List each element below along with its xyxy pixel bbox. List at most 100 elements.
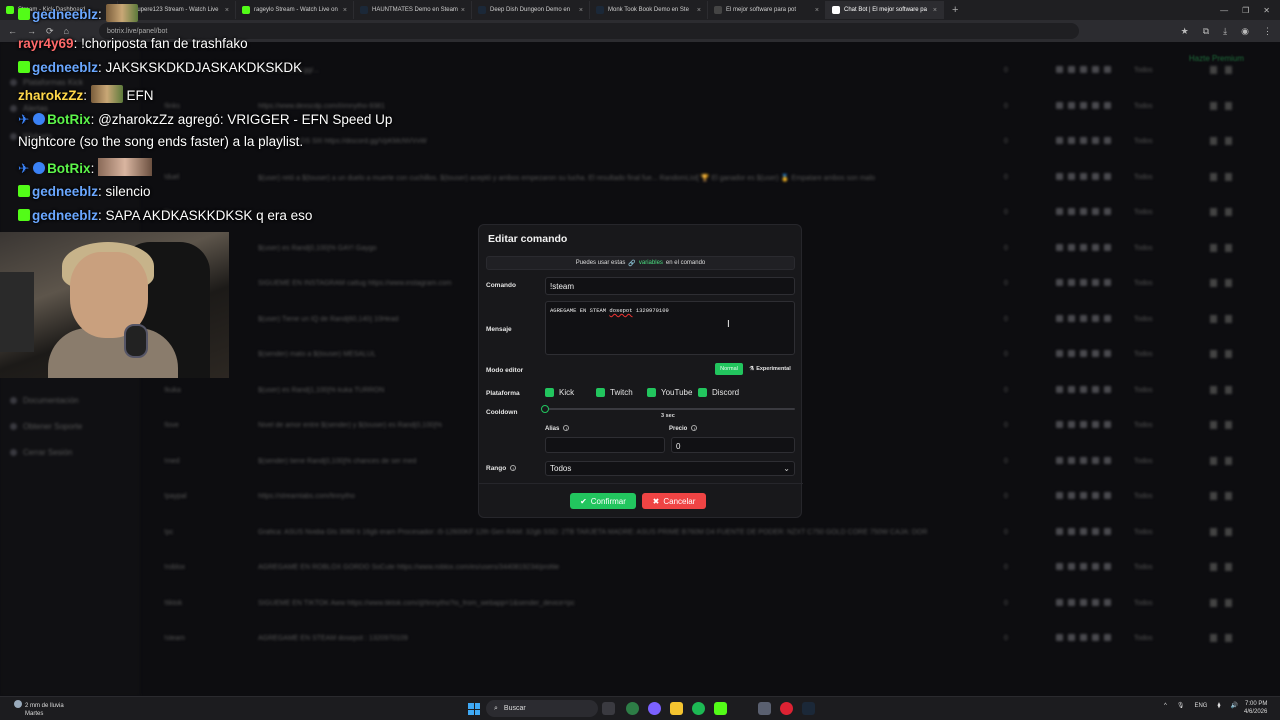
info-icon[interactable]: i — [691, 425, 698, 431]
edit-icon[interactable] — [1210, 137, 1217, 145]
cooldown-slider-track[interactable] — [545, 408, 795, 410]
app-icon[interactable] — [648, 702, 661, 715]
cooldown-slider-thumb[interactable] — [541, 405, 549, 413]
tab-close-icon[interactable]: × — [225, 7, 229, 14]
cancel-button[interactable]: ✖ Cancelar — [642, 493, 706, 509]
platform-twitch-checkbox[interactable]: Twitch — [596, 388, 633, 397]
rango-select[interactable]: Todos ⌄ — [545, 461, 795, 476]
browser-tab[interactable]: rageylo Stream - Watch Live on × — [236, 1, 354, 19]
home-icon[interactable]: ⌂ — [64, 26, 69, 36]
edit-icon[interactable] — [1210, 456, 1217, 465]
forward-icon[interactable]: → — [27, 26, 36, 36]
chrome-icon[interactable] — [626, 702, 639, 715]
edit-icon[interactable] — [1210, 527, 1217, 536]
tab-close-icon[interactable]: × — [343, 7, 347, 14]
platform-discord-checkbox[interactable]: Discord — [698, 388, 739, 397]
kick-icon[interactable] — [714, 702, 727, 715]
info-icon[interactable]: i — [510, 465, 517, 471]
variables-link[interactable]: variables — [639, 260, 663, 266]
volume-icon[interactable]: 🔊 — [1230, 702, 1237, 709]
browser-tab[interactable]: HAUNTMATES Demo en Steam × — [354, 1, 472, 19]
edit-icon[interactable] — [1210, 492, 1217, 500]
editor-experimental-button[interactable]: ⚗ Experimental — [745, 363, 795, 375]
trash-icon[interactable] — [1225, 243, 1232, 252]
edit-icon[interactable] — [1210, 634, 1217, 642]
edit-icon[interactable] — [1210, 101, 1217, 110]
reload-icon[interactable]: ⟳ — [46, 26, 54, 37]
windows-start-icon[interactable] — [468, 703, 480, 715]
trash-icon[interactable] — [1225, 314, 1232, 323]
edit-icon[interactable] — [1210, 385, 1217, 394]
network-icon[interactable]: ⧫ — [1217, 702, 1220, 709]
trash-icon[interactable] — [1225, 279, 1232, 287]
mic-tray-icon[interactable]: 🎙 — [1177, 702, 1185, 709]
spotify-icon[interactable] — [692, 702, 705, 715]
task-view-icon[interactable] — [602, 702, 615, 715]
obs-icon[interactable] — [758, 702, 771, 715]
trash-icon[interactable] — [1225, 385, 1232, 394]
edit-icon[interactable] — [1210, 598, 1217, 607]
trash-icon[interactable] — [1225, 634, 1232, 642]
sidebar-item[interactable]: Documentación — [10, 396, 79, 405]
edit-icon[interactable] — [1210, 314, 1217, 323]
maximize-icon[interactable]: ❐ — [1242, 6, 1249, 15]
tab-close-icon[interactable]: × — [461, 7, 465, 14]
lang-indicator[interactable]: ENG — [1194, 703, 1207, 709]
info-icon[interactable]: i — [563, 425, 570, 431]
sidebar-item[interactable]: Obtener Soporte — [10, 422, 82, 431]
weather-widget[interactable]: 2 mm de lluvia Martes — [14, 700, 64, 718]
trash-icon[interactable] — [1225, 101, 1232, 110]
sidebar-item[interactable]: Cerrar Sesión — [10, 448, 72, 457]
chevron-up-icon[interactable]: ^ — [1164, 703, 1167, 709]
close-window-icon[interactable]: ✕ — [1263, 6, 1270, 15]
back-icon[interactable]: ← — [8, 26, 17, 36]
extensions-icon[interactable]: ⧉ — [1203, 26, 1209, 37]
browser-tab[interactable]: Chat Bot | El mejor software pa × — [826, 1, 944, 19]
minimize-icon[interactable]: — — [1220, 6, 1228, 15]
steam-icon[interactable] — [802, 702, 815, 715]
edit-icon[interactable] — [1210, 208, 1217, 216]
trash-icon[interactable] — [1225, 421, 1232, 429]
edit-icon[interactable] — [1210, 172, 1217, 181]
edit-icon[interactable] — [1210, 279, 1217, 287]
browser-tab[interactable]: Monk Took Book Demo en Ste × — [590, 1, 708, 19]
new-tab-icon[interactable]: + — [952, 4, 958, 16]
alias-input[interactable] — [545, 437, 665, 453]
profile-icon[interactable]: ◉ — [1241, 26, 1249, 37]
editor-normal-button[interactable]: Normal — [715, 363, 743, 375]
tab-close-icon[interactable]: × — [933, 7, 937, 14]
comando-input[interactable]: !steam — [545, 277, 795, 295]
trash-icon[interactable] — [1225, 208, 1232, 216]
edit-icon[interactable] — [1210, 243, 1217, 252]
taskbar-clock[interactable]: 7:00 PM 4/6/2026 — [1244, 700, 1267, 716]
downloads-icon[interactable]: ⤓ — [1223, 26, 1227, 37]
trash-icon[interactable] — [1225, 527, 1232, 536]
platform-youtube-checkbox[interactable]: YouTube — [647, 388, 692, 397]
mensaje-textarea[interactable]: AGREGAME EN STEAM dosepot 1320970109 — [545, 301, 795, 355]
trash-icon[interactable] — [1225, 66, 1232, 74]
tab-close-icon[interactable]: × — [697, 7, 701, 14]
app2-icon[interactable] — [780, 702, 793, 715]
edit-icon[interactable] — [1210, 563, 1217, 571]
edit-icon[interactable] — [1210, 350, 1217, 358]
trash-icon[interactable] — [1225, 598, 1232, 607]
taskbar-search[interactable]: ⌕ Buscar — [486, 700, 598, 717]
browser-tab[interactable]: El mejor software para pot × — [708, 1, 826, 19]
edit-icon[interactable] — [1210, 421, 1217, 429]
confirm-button[interactable]: ✔ Confirmar — [570, 493, 636, 509]
trash-icon[interactable] — [1225, 456, 1232, 465]
trash-icon[interactable] — [1225, 350, 1232, 358]
browser-tab[interactable]: Deep Dish Dungeon Demo en × — [472, 1, 590, 19]
trash-icon[interactable] — [1225, 137, 1232, 145]
trash-icon[interactable] — [1225, 492, 1232, 500]
trash-icon[interactable] — [1225, 172, 1232, 181]
edit-icon[interactable] — [1210, 66, 1217, 74]
tab-close-icon[interactable]: × — [815, 7, 819, 14]
file-explorer-icon[interactable] — [670, 702, 683, 715]
precio-input[interactable]: 0 — [671, 437, 795, 453]
tab-close-icon[interactable]: × — [579, 7, 583, 14]
bookmark-star-icon[interactable]: ★ — [1181, 26, 1189, 37]
menu-icon[interactable]: ⋮ — [1263, 26, 1272, 37]
platform-kick-checkbox[interactable]: Kick — [545, 388, 574, 397]
trash-icon[interactable] — [1225, 563, 1232, 571]
